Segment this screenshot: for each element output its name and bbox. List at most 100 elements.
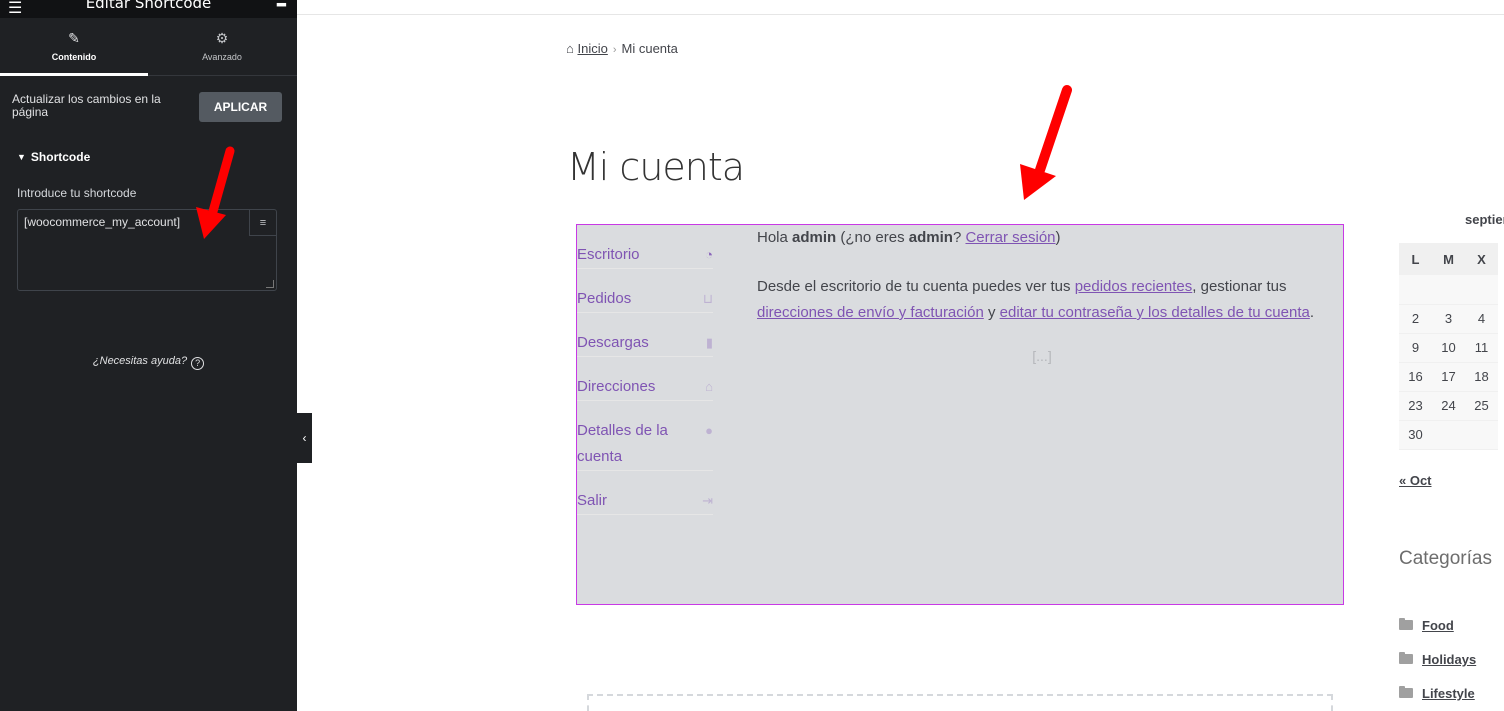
calendar-day: 23 — [1399, 391, 1432, 421]
calendar-day: 25 — [1465, 391, 1498, 421]
calendar-day — [1399, 275, 1432, 305]
apply-row: Actualizar los cambios en la página APLI… — [12, 92, 285, 128]
logout-icon: ⇥ — [702, 493, 713, 508]
greeting-close: ) — [1055, 229, 1061, 246]
section-toggle-shortcode[interactable]: ▼ Shortcode — [17, 150, 90, 164]
calendar-day: 9 — [1399, 333, 1432, 363]
calendar-day: 18 — [1465, 362, 1498, 392]
help-link[interactable]: ¿Necesitas ayuda?? — [0, 355, 297, 370]
account-details-link[interactable]: editar tu contraseña y los detalles de t… — [1000, 304, 1310, 321]
intro-text-2: , gestionar tus — [1192, 278, 1287, 295]
greeting-not-you: (¿no eres — [840, 229, 905, 246]
nav-label: Direcciones — [577, 378, 656, 395]
category-item: Food — [1399, 618, 1454, 633]
greeting-user-2: admin — [908, 229, 953, 246]
calendar-day: 4 — [1465, 304, 1498, 334]
shortcode-widget-highlight[interactable]: Escritorio ◔ Pedidos ⊔ Descargas ▮ Direc… — [576, 224, 1344, 605]
widgets-grid-icon[interactable]: ▪▪▪ — [276, 0, 287, 12]
folder-icon — [1399, 686, 1413, 698]
calendar-day: 2 — [1399, 304, 1432, 334]
nav-label: Escritorio — [577, 246, 640, 263]
category-item: Lifestyle — [1399, 686, 1475, 701]
resize-handle[interactable] — [266, 280, 274, 288]
greeting-hello: Hola — [757, 229, 788, 246]
nav-label: Descargas — [577, 334, 649, 351]
calendar-day — [1432, 420, 1465, 450]
tab-advanced[interactable]: ⚙ Avanzado — [148, 18, 296, 76]
panel-tabs: ✎ Contenido ⚙ Avanzado — [0, 18, 297, 76]
calendar-day — [1432, 275, 1465, 305]
header-divider — [297, 14, 1504, 15]
folder-icon — [1399, 652, 1413, 664]
intro-text-1: Desde el escritorio de tu cuenta puedes … — [757, 278, 1071, 295]
section-title: Shortcode — [30, 150, 91, 164]
greeting-user: admin — [792, 229, 837, 246]
account-content: Hola admin (¿no eres admin? Cerrar sesió… — [757, 225, 1327, 369]
gear-icon: ⚙ — [215, 30, 229, 46]
category-link-food[interactable]: Food — [1422, 618, 1454, 633]
calendar-weekday: X — [1465, 243, 1498, 275]
pencil-icon: ✎ — [68, 30, 80, 46]
breadcrumb-home-link[interactable]: Inicio — [577, 41, 607, 56]
nav-item-pedidos[interactable]: Pedidos ⊔ — [577, 269, 713, 313]
recent-orders-link[interactable]: pedidos recientes — [1075, 278, 1193, 295]
tab-label: Contenido — [51, 52, 97, 62]
logout-link[interactable]: Cerrar sesión — [965, 229, 1055, 246]
question-circle-icon: ? — [191, 357, 205, 370]
calendar-day: 10 — [1432, 333, 1465, 363]
intro-text-4: . — [1309, 304, 1315, 321]
red-arrow-annotation — [1020, 85, 1072, 200]
panel-title: Editar Shortcode — [85, 0, 212, 12]
greeting: Hola admin (¿no eres admin? Cerrar sesió… — [757, 225, 1327, 251]
file-icon: ▮ — [705, 335, 713, 350]
category-link-lifestyle[interactable]: Lifestyle — [1422, 686, 1475, 701]
nav-item-detalles-cuenta[interactable]: Detalles de la cuenta ● — [577, 401, 713, 471]
calendar-day: 30 — [1399, 420, 1432, 450]
page-title: Mi cuenta — [567, 145, 745, 189]
calendar-day: 17 — [1432, 362, 1465, 392]
nav-label: Salir — [577, 492, 608, 509]
calendar-prev-month-link[interactable]: « Oct — [1399, 473, 1432, 488]
apply-button[interactable]: APLICAR — [199, 92, 282, 122]
nav-item-direcciones[interactable]: Direcciones ⌂ — [577, 357, 713, 401]
calendar-day: 3 — [1432, 304, 1465, 334]
dynamic-tags-database-icon[interactable]: ≡ — [249, 210, 276, 236]
home-icon: ⌂ — [566, 41, 574, 56]
breadcrumb: ⌂ Inicio › Mi cuenta — [566, 41, 678, 56]
tab-content[interactable]: ✎ Contenido — [0, 18, 148, 76]
apply-description: Actualizar los cambios en la página — [12, 92, 161, 119]
dashboard-icon: ◔ — [705, 247, 713, 262]
intro-text-3: y — [987, 304, 996, 321]
empty-section-placeholder[interactable] — [587, 694, 1333, 711]
dashboard-intro: Desde el escritorio de tu cuenta puedes … — [757, 274, 1327, 326]
calendar-month: septiem — [1465, 212, 1504, 227]
tab-label: Avanzado — [202, 52, 242, 62]
category-item: Holidays — [1399, 652, 1476, 667]
nav-item-salir[interactable]: Salir ⇥ — [577, 471, 713, 515]
nav-item-escritorio[interactable]: Escritorio ◔ — [577, 225, 713, 269]
folder-icon — [1399, 618, 1413, 630]
help-text: ¿Necesitas ayuda? — [92, 355, 188, 367]
user-icon: ● — [705, 423, 713, 438]
ellipsis: [...] — [1032, 348, 1052, 364]
nav-item-descargas[interactable]: Descargas ▮ — [577, 313, 713, 357]
calendar-day: 11 — [1465, 333, 1498, 363]
caret-down-icon: ▼ — [17, 152, 26, 162]
collapse-panel-button[interactable]: ‹ — [297, 413, 312, 463]
category-link-holidays[interactable]: Holidays — [1422, 652, 1476, 667]
shortcode-field-label: Introduce tu shortcode — [17, 186, 137, 200]
calendar-table: L M X 234 9 10 11 16 17 18 23 24 25 30 — [1399, 243, 1498, 450]
breadcrumb-separator: › — [612, 44, 617, 56]
calendar-day: 24 — [1432, 391, 1465, 421]
home-icon: ⌂ — [705, 379, 713, 394]
addresses-link[interactable]: direcciones de envío y facturación — [757, 304, 984, 321]
nav-label: Pedidos — [577, 290, 632, 307]
calendar-day — [1465, 275, 1498, 305]
account-navigation: Escritorio ◔ Pedidos ⊔ Descargas ▮ Direc… — [577, 225, 713, 515]
calendar-day — [1465, 420, 1498, 450]
calendar-day: 16 — [1399, 362, 1432, 392]
calendar-weekday: M — [1432, 243, 1465, 275]
red-arrow-annotation — [196, 146, 235, 239]
breadcrumb-current: Mi cuenta — [621, 41, 678, 56]
editor-panel: ☰ Editar Shortcode ▪▪▪ ✎ Contenido ⚙ Ava… — [0, 0, 297, 711]
